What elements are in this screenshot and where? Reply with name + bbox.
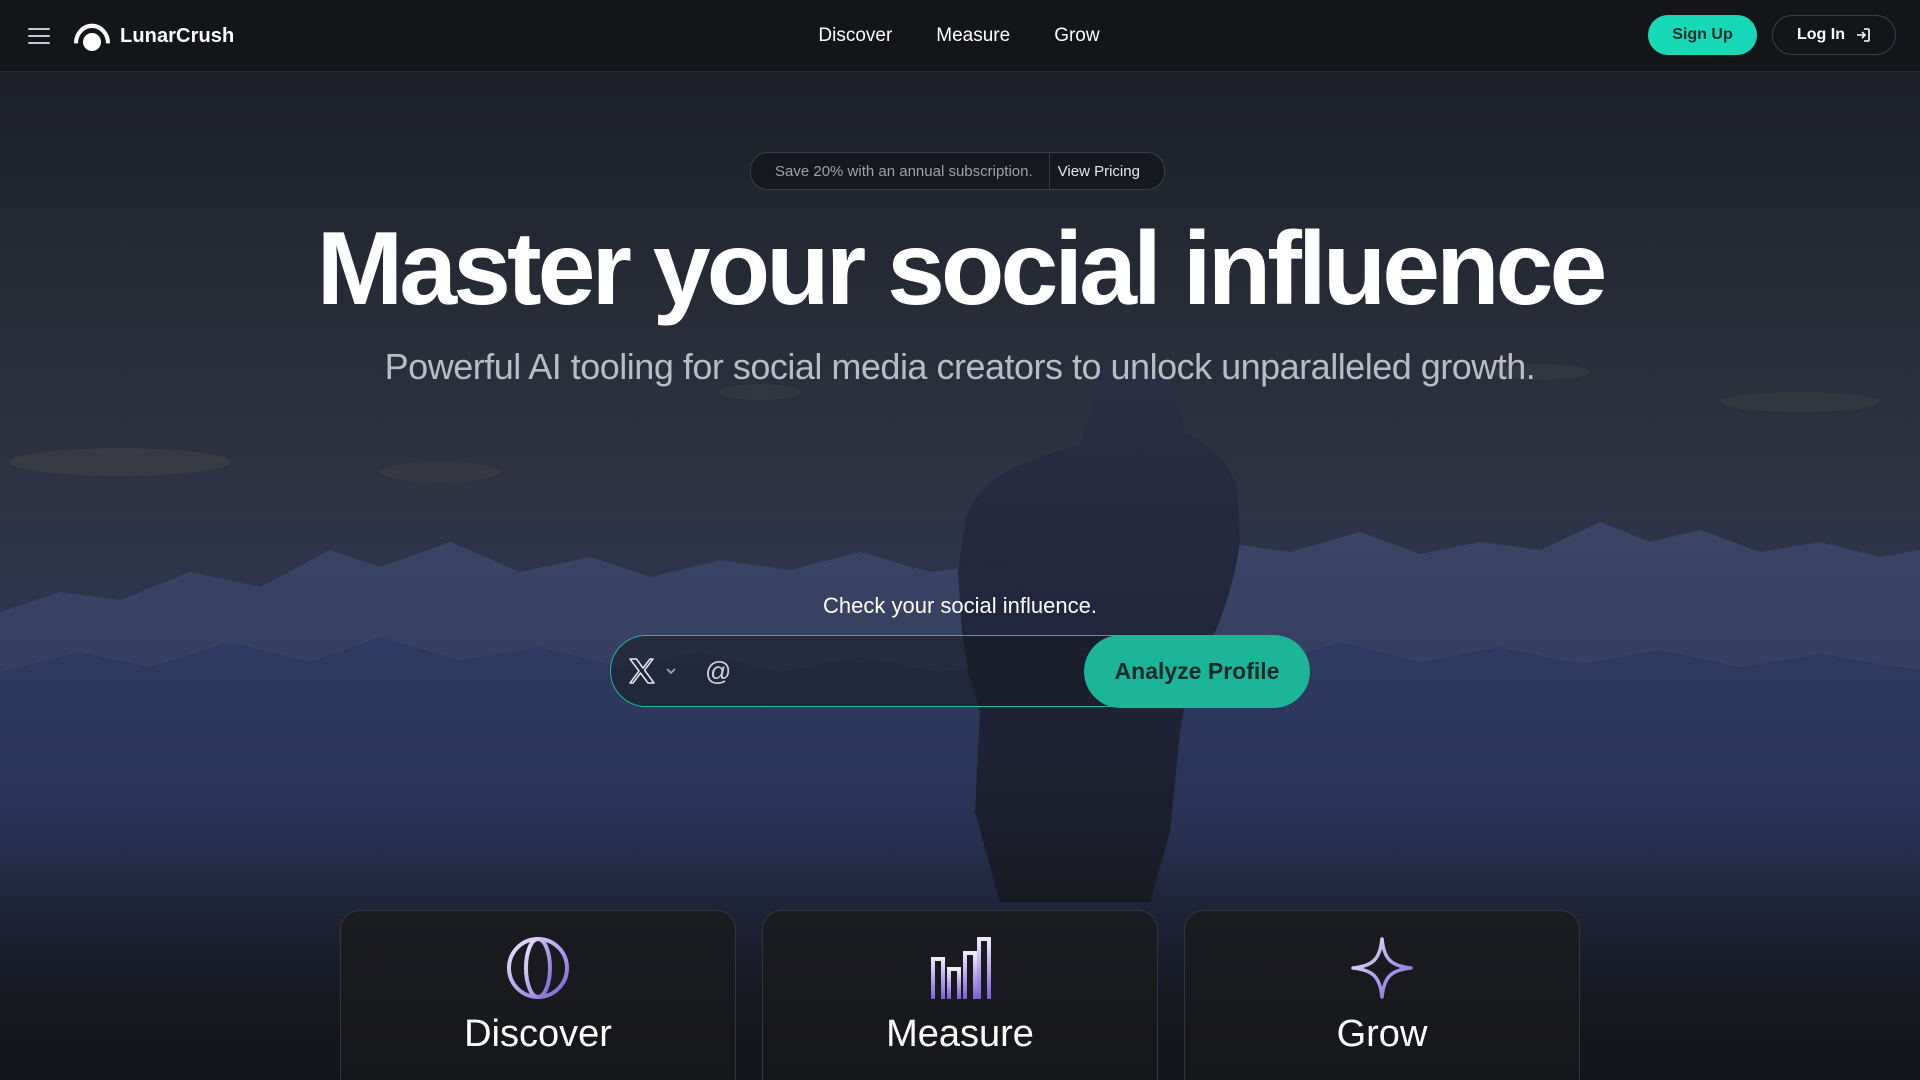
platform-dropdown[interactable] bbox=[627, 656, 677, 686]
check-influence-label: Check your social influence. bbox=[823, 593, 1097, 618]
nav-grow[interactable]: Grow bbox=[1054, 25, 1099, 47]
nav-measure[interactable]: Measure bbox=[936, 25, 1010, 47]
handle-input[interactable] bbox=[737, 650, 1061, 696]
analyze-profile-button[interactable]: Analyze Profile bbox=[1084, 635, 1310, 708]
feature-card-discover[interactable]: Discover bbox=[340, 910, 736, 1080]
view-pricing-link[interactable]: View Pricing bbox=[1050, 163, 1164, 180]
at-symbol: @ bbox=[705, 656, 732, 686]
log-in-label: Log In bbox=[1797, 26, 1845, 43]
sparkle-icon bbox=[1351, 937, 1413, 999]
lunarcrush-logo-icon bbox=[74, 23, 110, 51]
globe-icon bbox=[507, 937, 569, 999]
hamburger-menu-icon[interactable] bbox=[28, 28, 50, 44]
promo-text: Save 20% with an annual subscription. bbox=[775, 162, 1033, 180]
promo-banner: Save 20% with an annual subscription. Vi… bbox=[750, 152, 1165, 190]
brand-logo[interactable]: LunarCrush bbox=[72, 18, 234, 54]
login-icon bbox=[1856, 28, 1870, 42]
log-in-button[interactable]: Log In bbox=[1772, 15, 1896, 55]
feature-card-measure[interactable]: Measure bbox=[762, 910, 1158, 1080]
bar-chart-icon bbox=[931, 937, 991, 999]
nav-discover[interactable]: Discover bbox=[818, 25, 892, 47]
page: LunarCrush Discover Measure Grow Sign Up… bbox=[0, 0, 1920, 1080]
hero-subtitle: Powerful AI tooling for social media cre… bbox=[384, 346, 1536, 387]
top-navigation-bar: LunarCrush Discover Measure Grow Sign Up… bbox=[0, 0, 1920, 72]
brand-name: LunarCrush bbox=[120, 24, 235, 47]
feature-title-discover: Discover bbox=[464, 1013, 612, 1055]
feature-card-grow[interactable]: Grow bbox=[1184, 910, 1580, 1080]
feature-title-grow: Grow bbox=[1336, 1013, 1428, 1055]
sign-up-button[interactable]: Sign Up bbox=[1648, 15, 1757, 55]
main-nav: Discover Measure Grow bbox=[0, 0, 1920, 71]
hero-title: Master your social influence bbox=[316, 211, 1608, 327]
x-logo-icon bbox=[629, 658, 655, 684]
chevron-down-icon bbox=[666, 668, 676, 675]
feature-title-measure: Measure bbox=[886, 1013, 1034, 1055]
